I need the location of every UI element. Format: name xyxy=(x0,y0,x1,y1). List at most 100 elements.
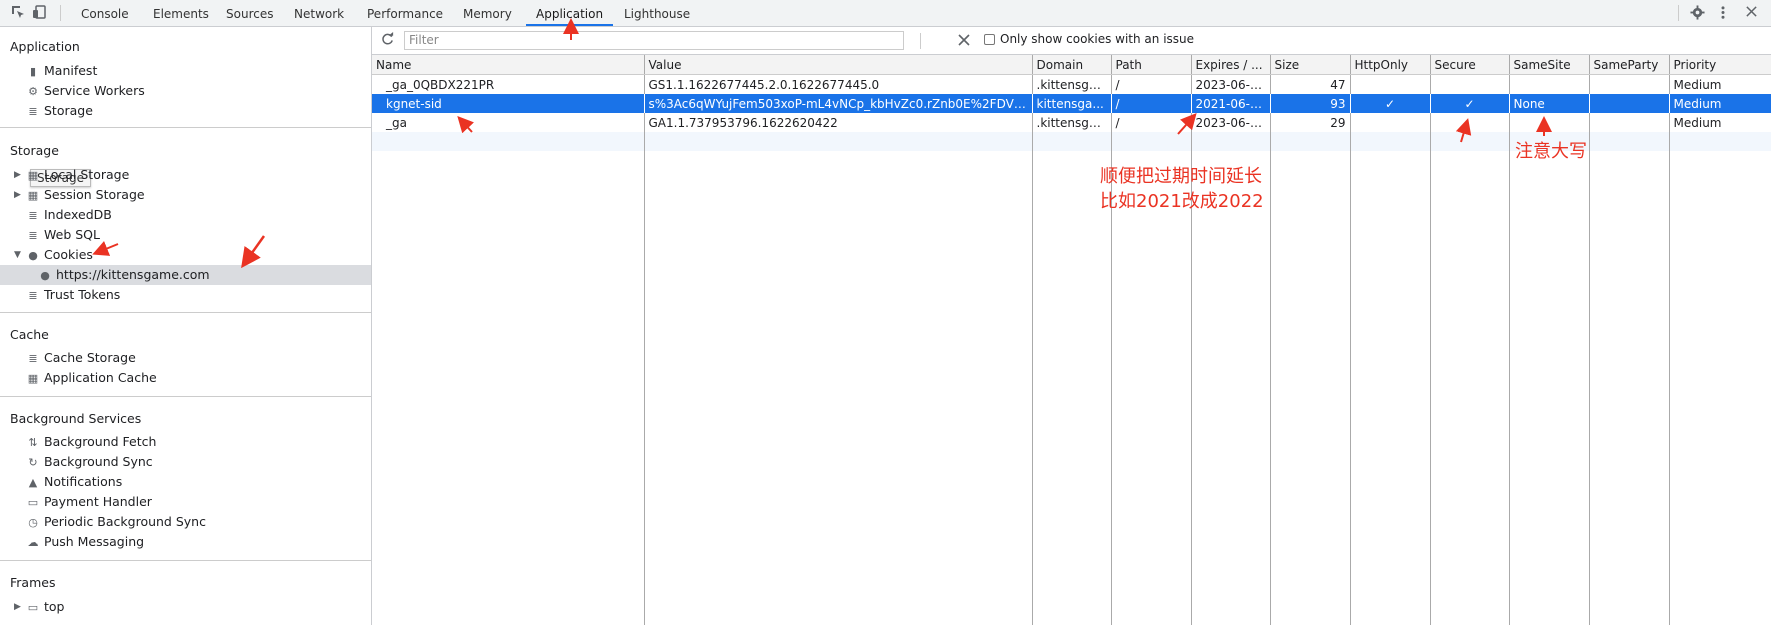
database-icon: ≣ xyxy=(28,352,38,365)
grid-icon: ▦ xyxy=(27,189,39,202)
column-header-path[interactable]: Path xyxy=(1111,55,1192,75)
cookie-name-cell[interactable]: _ga xyxy=(372,113,645,132)
cookie-httponly-cell[interactable] xyxy=(1350,113,1431,132)
sidebar-item-payment-handler[interactable]: ▭ Payment Handler xyxy=(26,492,152,512)
cookie-priority-cell[interactable]: Medium xyxy=(1669,75,1771,95)
expand-triangle-icon[interactable]: ▶ xyxy=(14,190,21,200)
sidebar-item-storage[interactable]: ≣ Storage xyxy=(26,101,93,121)
column-divider xyxy=(1032,150,1033,625)
cookie-samesite-cell[interactable] xyxy=(1509,74,1590,94)
cookie-name-cell[interactable]: kgnet-sid xyxy=(372,94,645,113)
sidebar-item-label: Storage xyxy=(44,103,93,118)
cookie-secure-cell[interactable] xyxy=(1430,74,1510,94)
column-header-secure[interactable]: Secure xyxy=(1430,55,1510,75)
sidebar-item-service-workers[interactable]: ⚙ Service Workers xyxy=(26,81,145,101)
cookie-value-cell[interactable]: GA1.1.737953796.1622620422 xyxy=(644,113,1033,132)
tab-performance[interactable]: Performance xyxy=(367,0,443,26)
column-header-expires[interactable]: Expires / ... xyxy=(1191,55,1271,75)
column-header-samesite[interactable]: SameSite xyxy=(1509,55,1590,75)
cookie-samesite-cell[interactable]: None xyxy=(1509,94,1590,113)
cookie-expires-cell[interactable]: 2023-06-0... xyxy=(1191,113,1271,132)
cookie-expires-cell[interactable]: 2023-06-0... xyxy=(1191,74,1271,94)
sidebar-item-push-messaging[interactable]: ☁ Push Messaging xyxy=(26,532,145,552)
cookie-samesite-cell[interactable] xyxy=(1509,113,1590,132)
cookie-path-cell[interactable]: / xyxy=(1111,74,1192,94)
database-icon: ≣ xyxy=(28,289,38,302)
column-header-value[interactable]: Value xyxy=(644,55,1033,75)
sidebar-item-frame-top[interactable]: ▭ top xyxy=(26,597,65,617)
cookie-domain-cell[interactable]: kittensga... xyxy=(1032,94,1112,113)
table-row[interactable]: _ga_0QBDX221PR GS1.1.1622677445.2.0.1622… xyxy=(372,74,1771,95)
cookie-httponly-cell[interactable]: ✓ xyxy=(1350,94,1431,113)
tab-application[interactable]: Application xyxy=(525,0,614,26)
devtools-toolbar: Console Elements Sources Network Perform… xyxy=(0,0,1771,27)
sidebar-item-background-fetch[interactable]: ⇅ Background Fetch xyxy=(26,432,156,452)
expand-triangle-icon[interactable]: ▶ xyxy=(14,170,21,180)
cookies-panel: Filter Only show cookies with an issue N… xyxy=(372,27,1771,625)
sidebar-item-indexeddb[interactable]: ≣ IndexedDB xyxy=(26,205,111,225)
column-header-httponly[interactable]: HttpOnly xyxy=(1350,55,1431,75)
refresh-icon[interactable] xyxy=(380,32,395,50)
sidebar-item-label: Local Storage xyxy=(44,167,130,182)
cookie-sameparty-cell[interactable] xyxy=(1589,74,1670,94)
gear-icon[interactable] xyxy=(1690,5,1705,24)
sidebar-item-periodic-background-sync[interactable]: ◷ Periodic Background Sync xyxy=(26,512,206,532)
close-icon[interactable] xyxy=(1745,5,1758,22)
sidebar-item-notifications[interactable]: ▲ Notifications xyxy=(26,472,122,492)
section-title-application: Application xyxy=(10,39,80,54)
column-header-priority[interactable]: Priority xyxy=(1669,55,1771,75)
sidebar-item-background-sync[interactable]: ↻ Background Sync xyxy=(26,452,152,472)
more-vert-icon[interactable] xyxy=(1720,5,1726,24)
table-row-selected[interactable]: kgnet-sid s%3Ac6qWYujFem503xoP-mL4vNCp_k… xyxy=(372,94,1771,113)
cookie-priority-cell[interactable]: Medium xyxy=(1669,94,1771,113)
sidebar-item-session-storage[interactable]: ▦ Session Storage xyxy=(26,185,145,205)
tab-memory[interactable]: Memory xyxy=(463,0,512,26)
device-toggle-icon[interactable] xyxy=(32,4,48,20)
cookie-name-cell[interactable]: _ga_0QBDX221PR xyxy=(372,74,645,94)
sidebar-item-cache-storage[interactable]: ≣ Cache Storage xyxy=(26,348,136,368)
sidebar-item-label: Trust Tokens xyxy=(44,287,121,302)
toolbar-separator-right xyxy=(1678,5,1679,21)
cookie-value-cell[interactable]: s%3Ac6qWYujFem503xoP-mL4vNCp_kbHvZc0.rZn… xyxy=(644,94,1033,113)
column-header-sameparty[interactable]: SameParty xyxy=(1589,55,1670,75)
cookie-secure-cell[interactable] xyxy=(1430,113,1510,132)
filter-input[interactable]: Filter xyxy=(404,31,904,50)
collapse-triangle-icon[interactable]: ▼ xyxy=(14,250,21,260)
sidebar-item-manifest[interactable]: ▮ Manifest xyxy=(26,61,97,81)
column-header-name[interactable]: Name xyxy=(372,55,645,75)
cookie-value-cell[interactable]: GS1.1.1622677445.2.0.1622677445.0 xyxy=(644,74,1033,94)
only-issue-checkbox[interactable] xyxy=(984,34,995,45)
sidebar-item-cookies[interactable]: ● Cookies xyxy=(26,245,93,265)
cookie-secure-cell[interactable]: ✓ xyxy=(1430,94,1510,113)
cookie-sameparty-cell[interactable] xyxy=(1589,94,1670,113)
tab-network[interactable]: Network xyxy=(294,0,344,26)
sidebar-item-local-storage[interactable]: ▦ Local Storage xyxy=(26,165,129,185)
cookie-domain-cell[interactable]: .kittensga... xyxy=(1032,113,1112,132)
inspect-icon[interactable] xyxy=(10,4,26,20)
table-row[interactable]: _ga GA1.1.737953796.1622620422 .kittensg… xyxy=(372,113,1771,132)
expand-triangle-icon[interactable]: ▶ xyxy=(14,602,21,612)
clear-icon[interactable] xyxy=(958,34,970,49)
column-divider xyxy=(1589,150,1590,625)
tab-elements[interactable]: Elements xyxy=(153,0,209,26)
column-header-size[interactable]: Size xyxy=(1270,55,1351,75)
cookie-expires-cell[interactable]: 2021-06-0... xyxy=(1191,94,1271,113)
sidebar-item-label: Push Messaging xyxy=(44,534,145,549)
cookie-httponly-cell[interactable] xyxy=(1350,74,1431,94)
tab-sources[interactable]: Sources xyxy=(226,0,273,26)
column-header-domain[interactable]: Domain xyxy=(1032,55,1112,75)
sidebar-item-cookie-origin[interactable]: ● https://kittensgame.com xyxy=(38,265,209,285)
sidebar-item-web-sql[interactable]: ≣ Web SQL xyxy=(26,225,100,245)
sidebar-item-label: Manifest xyxy=(44,63,98,78)
sidebar-item-label: Cache Storage xyxy=(44,350,136,365)
sidebar-item-trust-tokens[interactable]: ≣ Trust Tokens xyxy=(26,285,120,305)
cookie-path-cell[interactable]: / xyxy=(1111,94,1192,113)
tab-lighthouse[interactable]: Lighthouse xyxy=(624,0,690,26)
sidebar-item-application-cache[interactable]: ▦ Application Cache xyxy=(26,368,157,388)
cookie-size-cell: 93 xyxy=(1270,94,1351,113)
cookie-path-cell[interactable]: / xyxy=(1111,113,1192,132)
tab-console[interactable]: Console xyxy=(81,0,129,26)
cookie-sameparty-cell[interactable] xyxy=(1589,113,1670,132)
cookie-priority-cell[interactable]: Medium xyxy=(1669,113,1771,132)
cookie-domain-cell[interactable]: .kittensga... xyxy=(1032,74,1112,94)
